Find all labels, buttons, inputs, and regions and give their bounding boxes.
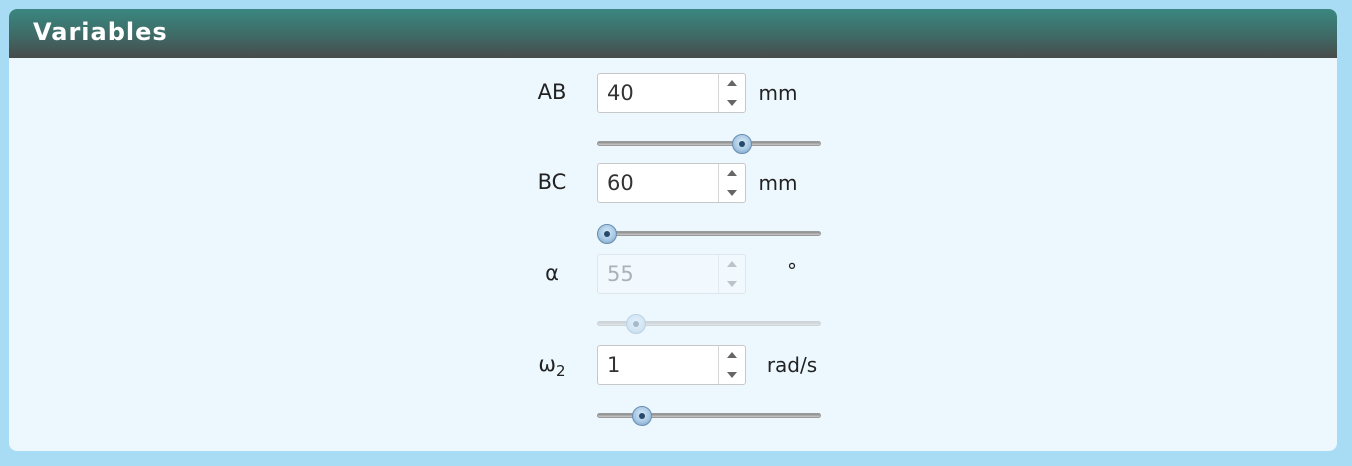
omega2-slider-track[interactable] <box>597 413 821 418</box>
ab-slider-track[interactable] <box>597 141 821 146</box>
bc-slider-thumb[interactable] <box>597 224 617 244</box>
ab-slider-thumb[interactable] <box>731 134 752 154</box>
panel-title: Variables <box>33 18 168 46</box>
omega2-number-input[interactable]: 1 <box>597 345 746 385</box>
ab-value[interactable]: 40 <box>607 81 634 105</box>
alpha-slider-thumb <box>625 314 646 334</box>
bc-slider[interactable] <box>597 224 821 244</box>
omega2-slider-thumb[interactable] <box>631 406 652 426</box>
ab-unit: mm <box>758 81 798 105</box>
alpha-unit: ° <box>787 259 797 283</box>
variable-label-alpha: α <box>545 261 559 285</box>
omega2-slider[interactable] <box>597 406 821 426</box>
omega-symbol: ω <box>538 352 557 376</box>
bc-number-input[interactable]: 60 <box>597 163 746 203</box>
variable-label-bc: BC <box>537 170 567 194</box>
omega2-value[interactable]: 1 <box>607 353 620 377</box>
omega2-decrement-button[interactable] <box>719 365 745 384</box>
variable-label-omega2: ω2 <box>512 352 592 380</box>
alpha-slider <box>597 314 821 334</box>
alpha-decrement-button <box>719 274 745 293</box>
ab-number-input[interactable]: 40 <box>597 73 746 113</box>
variables-panel: Variables AB 40 mm BC 60 mm α 55 ° ω2 1 … <box>9 9 1337 451</box>
omega-subscript: 2 <box>556 362 566 380</box>
panel-header: Variables <box>9 9 1337 58</box>
variable-label-ab: AB <box>537 80 567 104</box>
omega2-increment-button[interactable] <box>719 346 745 365</box>
alpha-spinner <box>718 255 745 293</box>
alpha-value: 55 <box>607 262 634 286</box>
bc-unit: mm <box>758 171 798 195</box>
omega2-spinner <box>718 346 745 384</box>
omega2-unit: rad/s <box>766 353 818 377</box>
bc-slider-track[interactable] <box>597 231 821 236</box>
alpha-increment-button <box>719 255 745 274</box>
app-frame: Variables AB 40 mm BC 60 mm α 55 ° ω2 1 … <box>0 0 1352 466</box>
bc-value[interactable]: 60 <box>607 171 634 195</box>
alpha-number-input: 55 <box>597 254 746 294</box>
ab-slider[interactable] <box>597 134 821 154</box>
